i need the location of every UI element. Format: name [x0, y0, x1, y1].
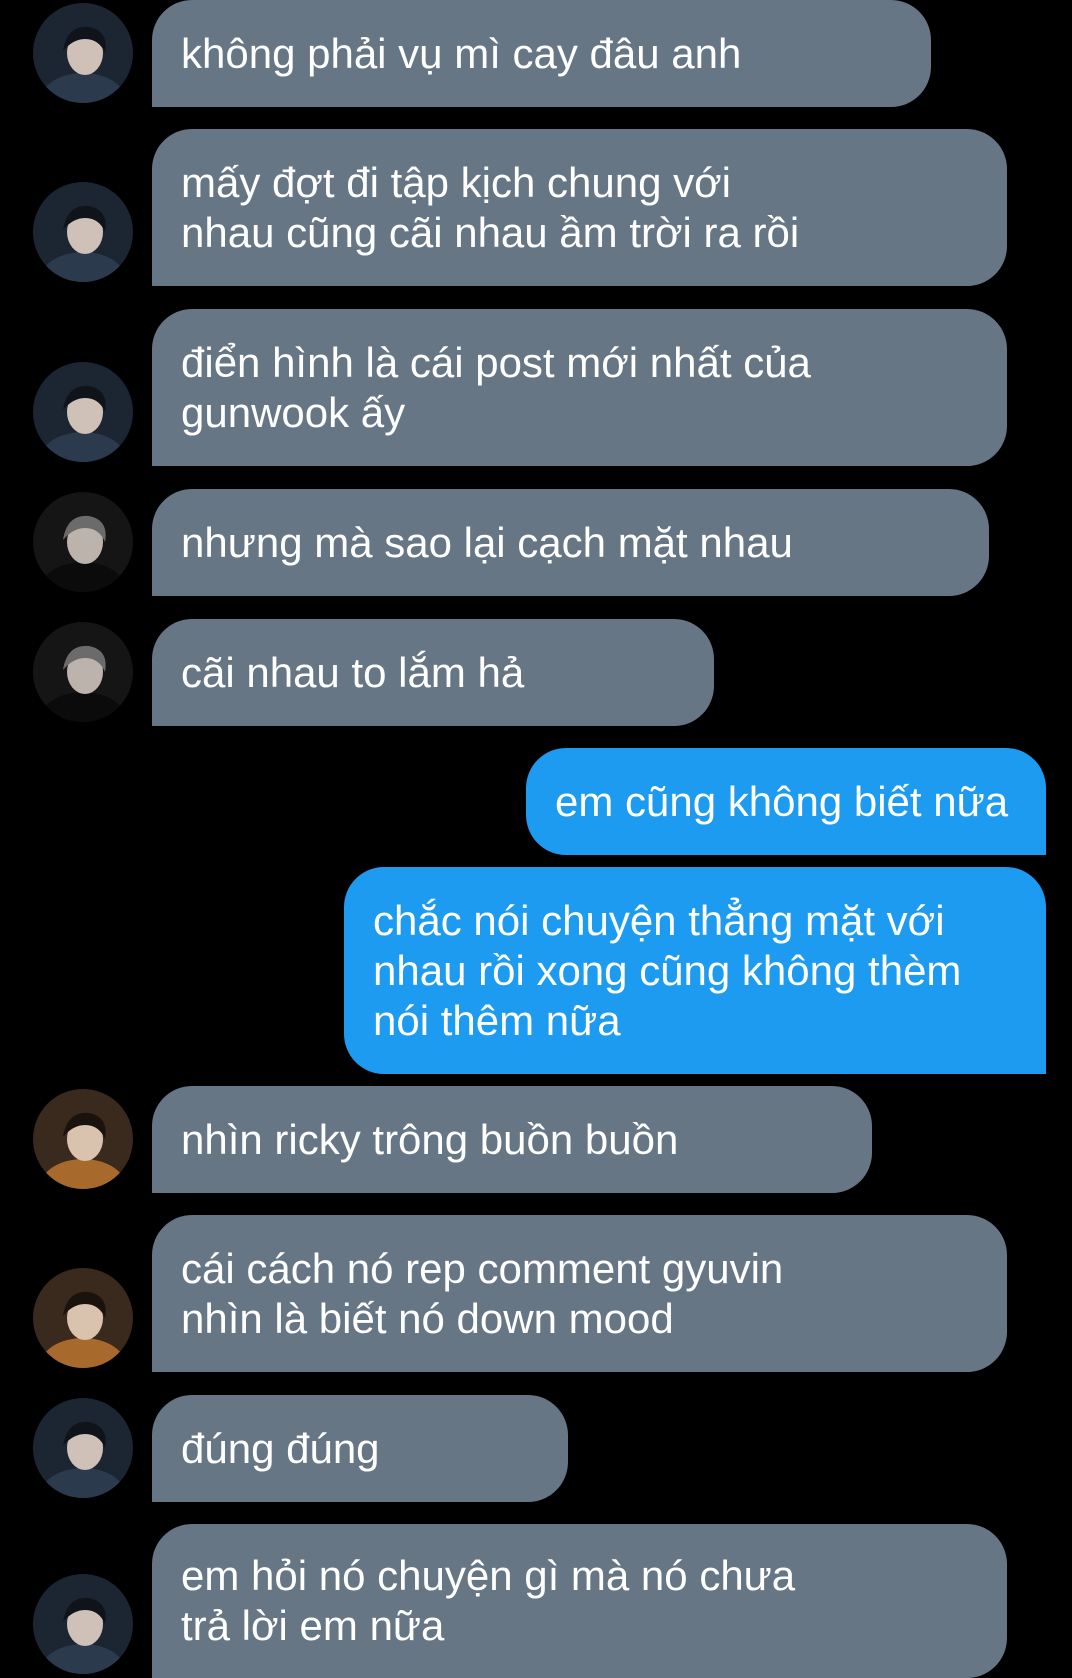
message-text-line: chắc nói chuyện thẳng mặt với [373, 896, 945, 944]
message-text-line: đúng đúng [181, 1424, 380, 1472]
avatar-a[interactable] [33, 3, 133, 103]
avatar-b[interactable] [33, 622, 133, 722]
avatar-a[interactable] [33, 1574, 133, 1674]
message-text-line: em hỏi nó chuyện gì mà nó chưa [181, 1552, 796, 1599]
message-text-line: em cũng không biết nữa [555, 777, 1009, 825]
message-text-line: điển hình là cái post mới nhất của [181, 338, 811, 386]
message-text-line: nhau rồi xong cũng không thèm [373, 946, 962, 994]
message-bubble[interactable]: cãi nhau to lắm hả [152, 619, 714, 726]
message-text-line: nhau cũng cãi nhau ầm trời ra rồi [181, 208, 800, 256]
message-text-line: nói thêm nữa [373, 996, 621, 1044]
message-text-line: cái cách nó rep comment gyuvin [181, 1244, 784, 1292]
message-text-line: nhưng mà sao lại cạch mặt nhau [181, 518, 793, 566]
avatar-a[interactable] [33, 362, 133, 462]
message-bubble[interactable]: đúng đúng [152, 1395, 568, 1502]
message-bubble[interactable]: mấy đợt đi tập kịch chung với nhau cũng c… [152, 129, 1007, 286]
message-bubble[interactable]: cái cách nó rep comment gyuvin nhìn là bi… [152, 1215, 1007, 1372]
message-bubble[interactable]: chắc nói chuyện thẳng mặt với nhau rồi xo… [344, 867, 1046, 1074]
message-text-line: nhìn là biết nó down mood [181, 1294, 674, 1342]
message-text-line: nhìn ricky trông buồn buồn [181, 1115, 679, 1163]
message-text-line: trả lời em nữa [181, 1602, 445, 1649]
message-text-line: cãi nhau to lắm hả [181, 648, 525, 696]
avatar-b[interactable] [33, 492, 133, 592]
avatar-c[interactable] [33, 1089, 133, 1189]
message-bubble[interactable]: nhưng mà sao lại cạch mặt nhau [152, 489, 989, 596]
avatar-a[interactable] [33, 182, 133, 282]
message-bubble[interactable]: điển hình là cái post mới nhất của gunwoo… [152, 309, 1007, 466]
message-bubble[interactable]: không phải vụ mì cay đâu anh [152, 0, 931, 107]
message-bubble[interactable]: em cũng không biết nữa [526, 748, 1046, 855]
avatar-c[interactable] [33, 1268, 133, 1368]
message-text-line: gunwook ấy [181, 388, 406, 436]
avatar-a[interactable] [33, 1398, 133, 1498]
message-bubble[interactable]: nhìn ricky trông buồn buồn [152, 1086, 872, 1193]
message-text-line: mấy đợt đi tập kịch chung với [181, 158, 731, 206]
message-bubble[interactable]: em hỏi nó chuyện gì mà nó chưa trả lời em… [152, 1524, 1007, 1678]
message-text-line: không phải vụ mì cay đâu anh [181, 29, 742, 77]
